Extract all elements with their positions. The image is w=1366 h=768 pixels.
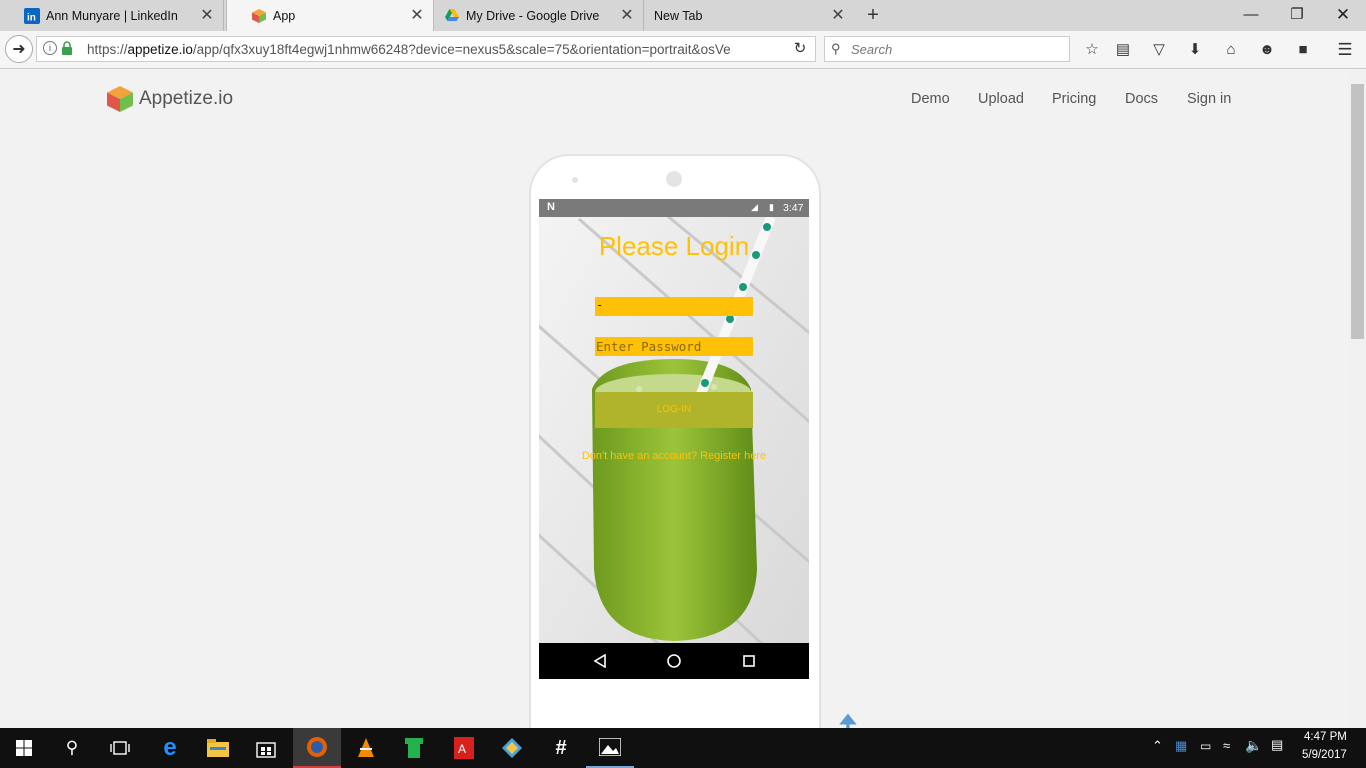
nav-sign-in[interactable]: Sign in: [1187, 91, 1231, 107]
store-icon[interactable]: [242, 728, 290, 768]
appetize-cube-icon: [107, 86, 133, 112]
search-placeholder: Search: [851, 42, 893, 57]
chevron-up-icon[interactable]: ⌃: [1152, 738, 1163, 754]
navigation-bar: ➜ i https://appetize.io/app/qfx3xuy18ft4…: [0, 31, 1366, 69]
info-icon[interactable]: i: [43, 41, 57, 55]
hello-icon[interactable]: ☻: [1257, 40, 1277, 60]
android-nav-bar: [539, 643, 809, 679]
password-field[interactable]: Enter Password: [595, 337, 753, 356]
android-status-bar: N ◢ ▮ 3:47: [539, 199, 809, 217]
battery-icon: ▮: [769, 202, 774, 212]
minimize-icon[interactable]: —: [1236, 4, 1266, 26]
slack-icon[interactable]: #: [537, 728, 585, 768]
clock-date[interactable]: 5/9/2017: [1302, 749, 1347, 761]
close-icon[interactable]: ✕: [619, 7, 635, 24]
reload-icon[interactable]: ↻: [790, 39, 810, 59]
svg-text:A: A: [458, 742, 466, 756]
notification-icon: N: [547, 201, 555, 213]
close-icon[interactable]: ✕: [199, 7, 215, 24]
green-pipe-icon[interactable]: [390, 728, 438, 768]
start-button[interactable]: [0, 728, 48, 768]
search-box[interactable]: ⚲ Search: [824, 36, 1070, 62]
firefox-icon[interactable]: [293, 728, 341, 768]
search-icon: ⚲: [831, 41, 841, 56]
url-host: appetize.io: [127, 42, 193, 57]
username-field[interactable]: -: [595, 297, 753, 316]
tab-linkedin[interactable]: in Ann Munyare | LinkedIn ✕: [0, 0, 224, 31]
bookmark-star-icon[interactable]: ☆: [1082, 40, 1102, 60]
menu-icon[interactable]: ☰: [1335, 40, 1355, 60]
close-window-icon[interactable]: ✕: [1328, 4, 1358, 26]
login-title: Please Login: [598, 231, 750, 261]
register-link[interactable]: Don't have an account? Register here: [539, 450, 809, 462]
back-triangle-icon[interactable]: [593, 654, 607, 668]
lock-icon: [61, 41, 73, 58]
home-icon[interactable]: ⌂: [1221, 40, 1241, 60]
signal-icon: ◢: [751, 202, 758, 212]
nav-demo[interactable]: Demo: [911, 91, 950, 107]
tab-title: New Tab: [654, 8, 703, 23]
back-button[interactable]: ➜: [5, 35, 33, 63]
tab-title: Ann Munyare | LinkedIn: [46, 8, 178, 23]
keyboard-icon[interactable]: ▦: [1175, 738, 1187, 754]
url-prefix: https://: [87, 42, 128, 57]
download-icon[interactable]: ⬇: [1185, 40, 1205, 60]
appetize-cube-icon: [251, 8, 267, 24]
pocket-icon[interactable]: ▽: [1149, 40, 1169, 60]
nav-upload[interactable]: Upload: [978, 91, 1024, 107]
app-screen[interactable]: N ◢ ▮ 3:47 Please Login - Enter Password…: [539, 199, 809, 679]
status-time: 3:47: [783, 202, 804, 214]
close-icon[interactable]: ✕: [830, 7, 846, 24]
phone-speaker: [666, 171, 682, 187]
file-explorer-icon[interactable]: [194, 728, 242, 768]
edge-icon[interactable]: e: [146, 728, 194, 768]
nav-pricing[interactable]: Pricing: [1052, 91, 1096, 107]
volume-icon[interactable]: 🔈: [1245, 737, 1262, 754]
extension-icon[interactable]: ■: [1293, 40, 1313, 60]
login-button[interactable]: LOG-IN: [595, 392, 753, 428]
tab-app[interactable]: App ✕: [226, 0, 434, 31]
svg-text:in: in: [27, 12, 36, 23]
tab-title: My Drive - Google Drive: [466, 8, 600, 23]
clock-time[interactable]: 4:47 PM: [1304, 731, 1347, 743]
tab-title: App: [273, 8, 296, 23]
tab-new-tab[interactable]: New Tab ✕: [646, 0, 854, 31]
smoothie-background-image: [539, 199, 809, 679]
tab-google-drive[interactable]: My Drive - Google Drive ✕: [436, 0, 644, 31]
vlc-icon[interactable]: [342, 728, 390, 768]
url-path: /app/qfx3xuy18ft4egwj1nhmw66248?device=n…: [192, 42, 731, 57]
windows-logo-icon: [16, 740, 32, 756]
wifi-icon[interactable]: ≈: [1223, 738, 1230, 753]
linkedin-icon: in: [24, 7, 40, 24]
restore-icon[interactable]: ❐: [1282, 4, 1312, 26]
notifications-icon[interactable]: ▤: [1271, 737, 1283, 753]
google-drive-icon: [444, 8, 460, 24]
url-text[interactable]: https://appetize.io/app/qfx3xuy18ft4egwj…: [87, 42, 809, 57]
photos-icon[interactable]: [586, 728, 634, 768]
reading-list-icon[interactable]: ▤: [1113, 40, 1133, 60]
git-icon[interactable]: [488, 728, 536, 768]
page-content: Appetize.io Demo Upload Pricing Docs Sig…: [0, 69, 1349, 754]
tab-strip: in Ann Munyare | LinkedIn ✕ App ✕ My Dri…: [0, 0, 1366, 31]
windows-taskbar: ⚲ e A # ⌃ ▦ ▭ ≈ 🔈 ▤ 4:47 PM 5/9/2017: [0, 728, 1366, 768]
brand-name: Appetize.io: [139, 88, 234, 109]
task-view-icon[interactable]: [96, 728, 144, 768]
pdf-reader-icon[interactable]: A: [440, 728, 488, 768]
scrollbar-thumb[interactable]: [1351, 84, 1364, 339]
battery-icon[interactable]: ▭: [1200, 739, 1211, 753]
recents-square-icon[interactable]: [742, 654, 756, 668]
nav-docs[interactable]: Docs: [1125, 91, 1158, 107]
site-logo[interactable]: Appetize.io: [105, 84, 233, 114]
home-circle-icon[interactable]: [666, 653, 682, 669]
search-icon[interactable]: ⚲: [48, 728, 96, 768]
phone-sensor: [572, 177, 578, 183]
new-tab-button[interactable]: +: [862, 4, 884, 26]
close-icon[interactable]: ✕: [409, 7, 425, 24]
